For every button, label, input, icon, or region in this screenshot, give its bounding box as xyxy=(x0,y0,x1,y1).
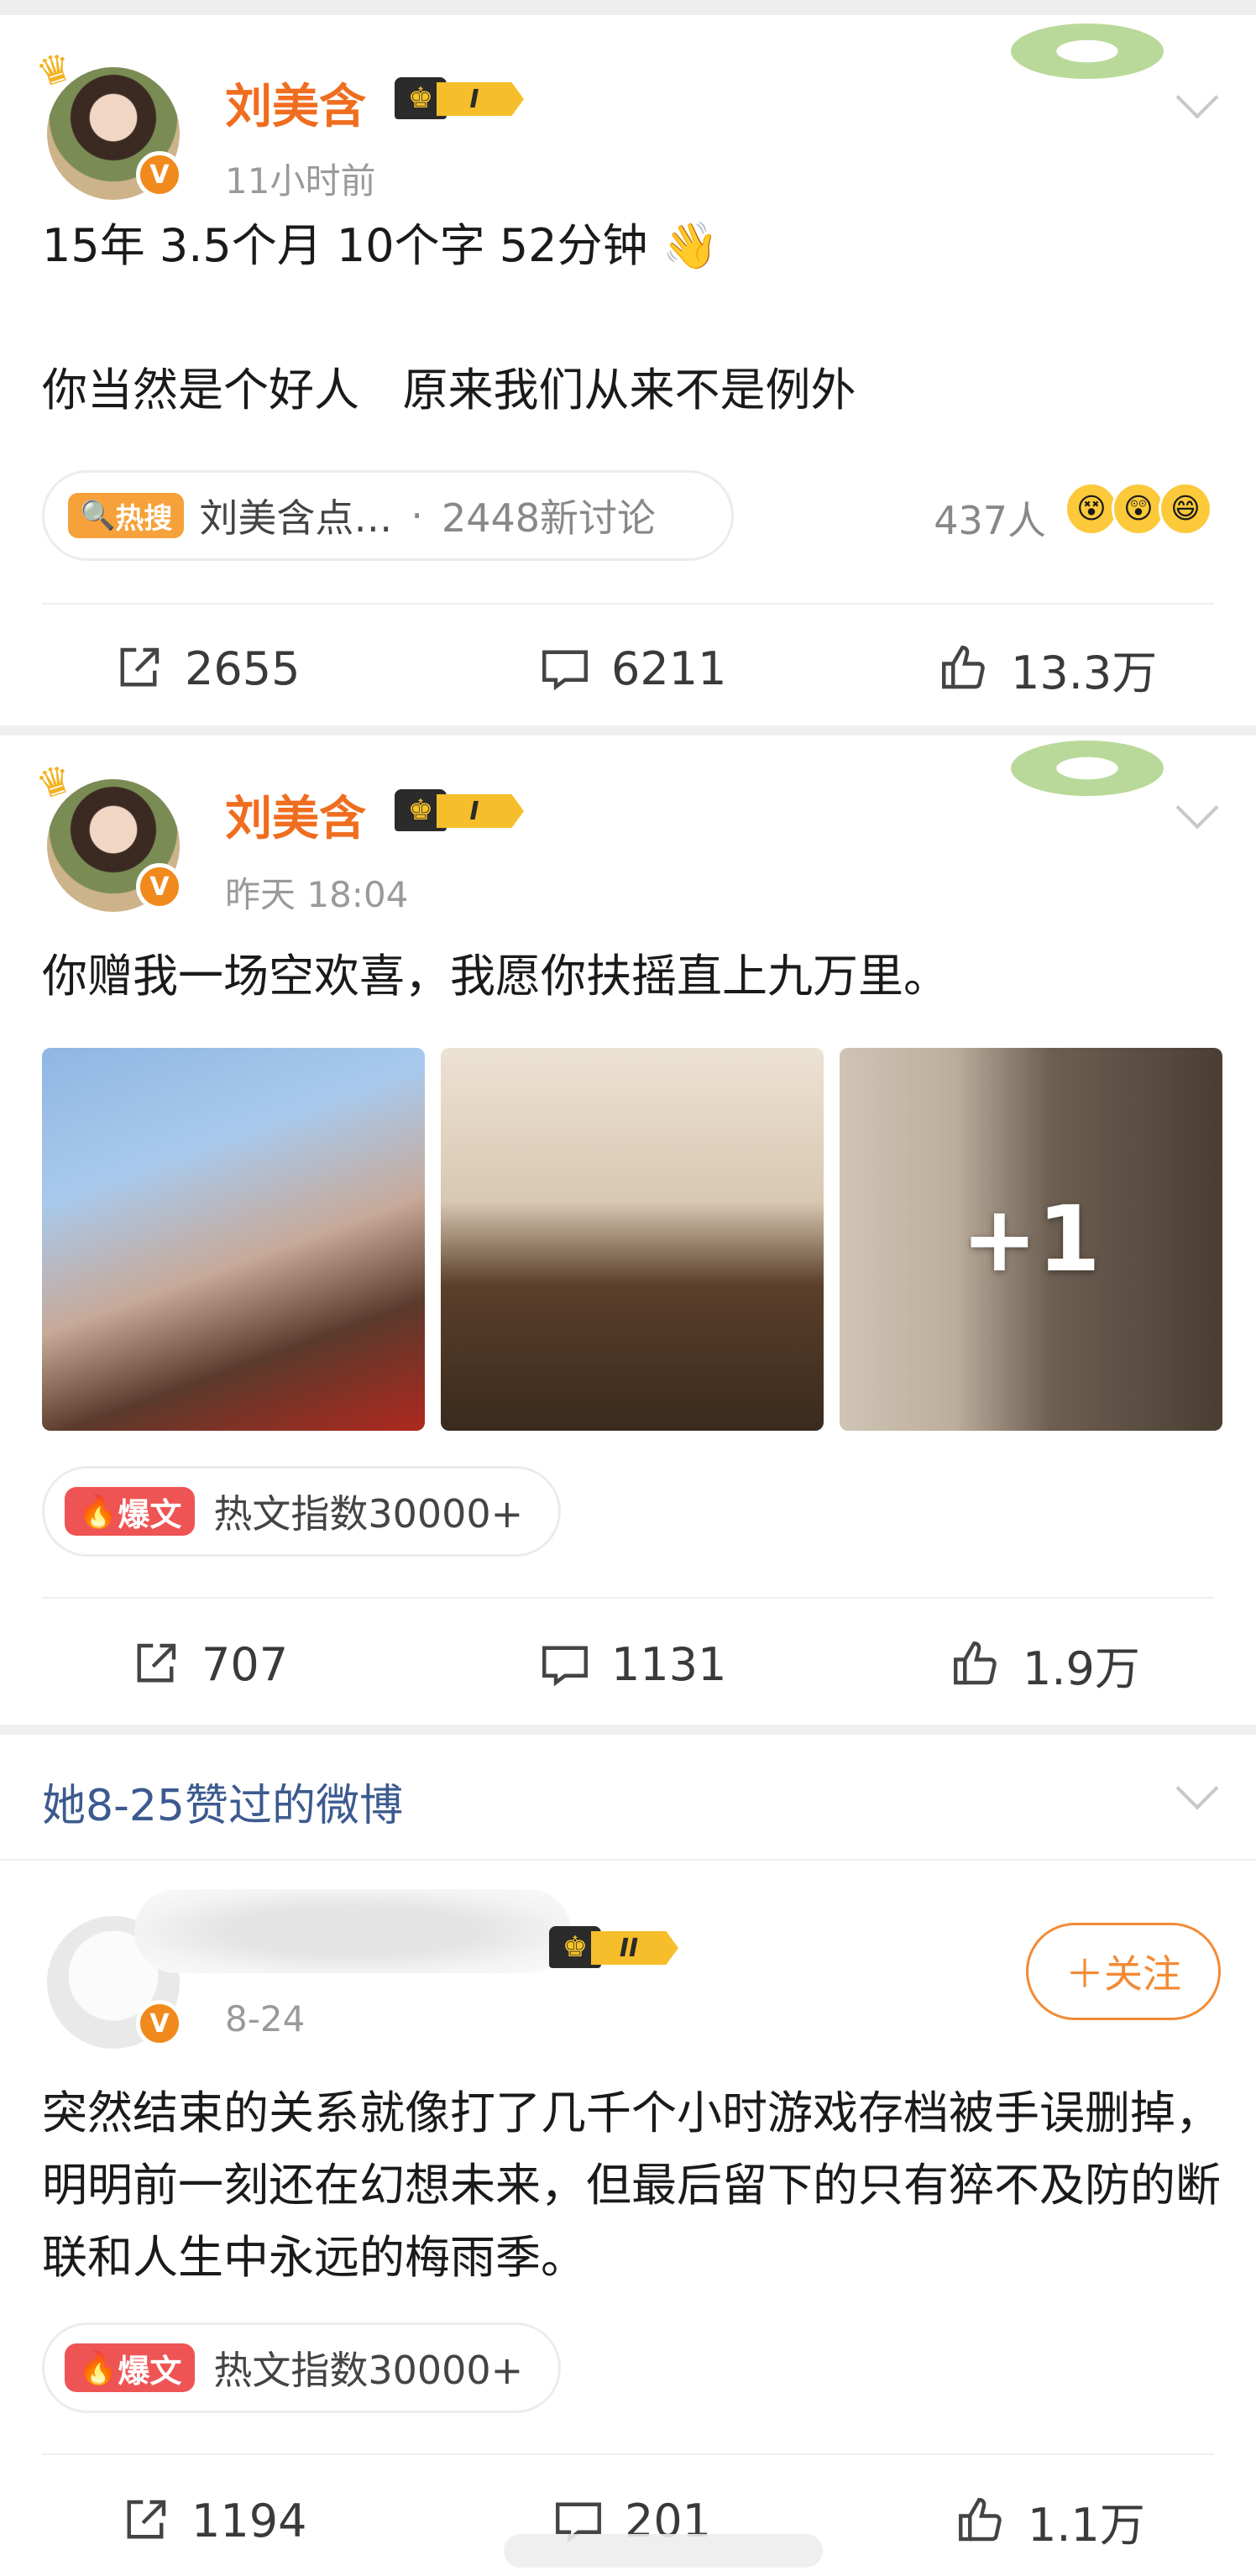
hot-article-label: 爆文 xyxy=(118,1495,182,1533)
hot-article-label: 爆文 xyxy=(118,2352,182,2390)
hot-article-pill[interactable]: 🔥 爆文 热文指数30000+ xyxy=(42,2322,561,2413)
separator-dot: · xyxy=(411,493,423,538)
emoji-icon: 😵 xyxy=(1065,482,1118,536)
liked-section-title: 她8-25赞过的微博 xyxy=(42,1781,404,1831)
photo[interactable]: +1 xyxy=(840,1048,1222,1431)
divider xyxy=(0,1859,1256,1861)
hot-search-label: 热搜 xyxy=(115,501,173,536)
like-count: 1.9万 xyxy=(1023,1641,1140,1695)
comment-count: 1131 xyxy=(611,1637,727,1691)
comment-icon xyxy=(542,1646,588,1687)
like-button[interactable]: 1.1万 xyxy=(954,2479,1145,2563)
emoji-icon: 😲 xyxy=(1112,482,1165,536)
blurred-author-name xyxy=(134,1889,571,1973)
share-button[interactable]: 1194 xyxy=(118,2479,306,2563)
divider xyxy=(42,603,1214,605)
post-1: ♛ V 刘美含 ♚ I 11小时前 15年 3.5个月 10个字 52分钟 👋 … xyxy=(0,15,1256,725)
post-time: 8-24 xyxy=(225,1998,306,2039)
like-button[interactable]: 13.3万 xyxy=(937,626,1157,710)
fire-icon: 🔥 xyxy=(78,2348,118,2386)
author-name[interactable]: 刘美含 xyxy=(225,69,366,137)
level-label: I xyxy=(437,794,524,828)
follow-button[interactable]: ＋关注 xyxy=(1026,1923,1221,2020)
action-bar: 707 1131 1.9万 xyxy=(0,1622,1256,1706)
share-button[interactable]: 707 xyxy=(128,1622,288,1706)
hot-article-tag: 🔥 爆文 xyxy=(65,1487,196,1536)
verified-icon: V xyxy=(136,2000,183,2047)
chevron-down-icon[interactable] xyxy=(1170,1770,1221,1820)
post-separator xyxy=(0,725,1256,736)
post-time: 昨天 18:04 xyxy=(225,874,409,915)
search-icon: 🔍 xyxy=(80,499,116,532)
verified-icon: V xyxy=(136,151,183,198)
action-bar: 2655 6211 13.3万 xyxy=(0,626,1256,710)
participants-count: 437人 xyxy=(934,498,1046,543)
post-text: 你赠我一场空欢喜，我愿你扶摇直上九万里。 xyxy=(42,950,949,1003)
emoji-icon: 😄 xyxy=(1159,482,1212,536)
author-name[interactable]: 刘美含 xyxy=(225,781,366,849)
avatar[interactable]: ♛ V xyxy=(31,43,185,202)
blurred-overlay xyxy=(504,2534,823,2568)
topic-title: 刘美含点… xyxy=(199,495,393,541)
avatar[interactable]: ♛ V xyxy=(31,755,185,914)
share-button[interactable]: 2655 xyxy=(111,626,300,710)
hot-article-pill[interactable]: 🔥 爆文 热文指数30000+ xyxy=(42,1466,561,1557)
reaction-emojis: 😵 😲 😄 xyxy=(1065,482,1216,541)
card-decoration xyxy=(1011,24,1164,79)
top-bar xyxy=(0,0,1256,15)
like-count: 1.1万 xyxy=(1028,2498,1145,2552)
photo[interactable] xyxy=(42,1048,425,1431)
level-badge[interactable]: ♚ I xyxy=(395,74,527,123)
topic-discussions: 2448新讨论 xyxy=(441,495,657,541)
share-count: 1194 xyxy=(191,2494,307,2547)
post-text: 15年 3.5个月 10个字 52分钟 👋 你当然是个好人 原来我们从来不是例外 xyxy=(42,219,856,416)
chevron-down-icon[interactable] xyxy=(1170,789,1221,840)
hot-article-tag: 🔥 爆文 xyxy=(65,2343,196,2392)
more-photos-count: +1 xyxy=(961,1186,1101,1292)
level-badge[interactable]: ♚ II xyxy=(549,1923,682,1971)
post-time: 11小时前 xyxy=(225,160,376,202)
hot-article-index: 热文指数30000+ xyxy=(213,1491,524,1537)
share-count: 707 xyxy=(201,1637,289,1691)
level-label: II xyxy=(591,1931,678,1965)
chevron-down-icon[interactable] xyxy=(1170,79,1221,129)
hot-article-index: 热文指数30000+ xyxy=(213,2348,524,2393)
comment-icon xyxy=(542,650,588,691)
card-decoration xyxy=(1011,741,1164,796)
like-button[interactable]: 1.9万 xyxy=(949,1622,1140,1706)
thumbs-up-icon xyxy=(954,1641,997,1685)
share-icon xyxy=(127,2500,166,2539)
hot-search-tag: 🔍 热搜 xyxy=(68,493,185,538)
like-count: 13.3万 xyxy=(1011,646,1158,699)
divider xyxy=(42,1597,1214,1599)
photo-grid: +1 xyxy=(42,1048,1222,1431)
fire-icon: 🔥 xyxy=(78,1492,118,1530)
divider xyxy=(42,2453,1214,2455)
share-icon xyxy=(120,647,160,687)
post-separator xyxy=(0,1725,1256,1735)
share-icon xyxy=(137,1643,176,1683)
comment-button[interactable]: 6211 xyxy=(537,626,726,710)
comment-count: 6211 xyxy=(611,641,727,695)
hot-topic-pill[interactable]: 🔍 热搜 刘美含点… · 2448新讨论 xyxy=(42,470,734,561)
level-badge[interactable]: ♚ I xyxy=(395,786,527,835)
thumbs-up-icon xyxy=(959,2498,1002,2542)
level-label: I xyxy=(437,82,524,116)
post-text: 突然结束的关系就像打了几千个小时游戏存档被手误删掉，明明前一刻还在幻想未来，但最… xyxy=(42,2086,1221,2284)
share-count: 2655 xyxy=(185,641,301,695)
verified-icon: V xyxy=(136,863,183,910)
photo[interactable] xyxy=(441,1048,824,1431)
comment-button[interactable]: 1131 xyxy=(537,1622,726,1706)
thumbs-up-icon xyxy=(942,646,985,689)
